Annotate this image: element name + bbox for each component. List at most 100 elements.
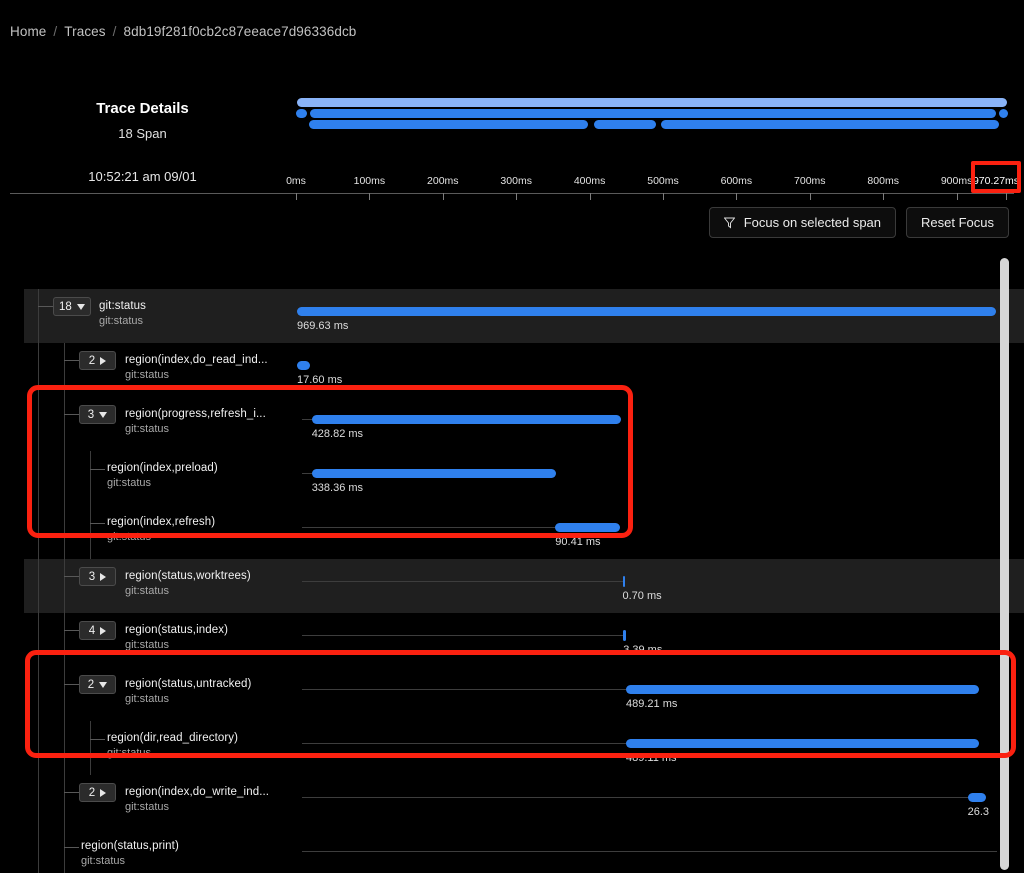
tree-elbow xyxy=(90,469,105,470)
span-row-timeline[interactable]: 338.36 ms xyxy=(297,451,1024,505)
span-duration-bar[interactable] xyxy=(297,307,996,316)
axis-tick-label: 200ms xyxy=(427,175,459,187)
axis-tick xyxy=(1006,193,1007,200)
chevron-down-icon xyxy=(99,682,107,688)
span-child-count-toggle[interactable]: 4 xyxy=(79,621,116,640)
axis-total-duration-label: 970.27ms xyxy=(973,175,1019,187)
tree-elbow xyxy=(38,306,53,307)
span-offset-connector xyxy=(302,473,312,474)
span-row-label-area: region(index,preload)git:status xyxy=(24,451,297,505)
span-child-count-toggle[interactable]: 18 xyxy=(53,297,91,316)
span-row-timeline[interactable]: 17.60 ms xyxy=(297,343,1024,397)
span-row[interactable]: region(status,print)git:status xyxy=(24,829,1024,873)
span-row[interactable]: 18git:statusgit:status969.63 ms xyxy=(24,289,1024,343)
span-row[interactable]: 3region(progress,refresh_i...git:status4… xyxy=(24,397,1024,451)
tree-elbow xyxy=(64,360,79,361)
span-duration-label: 26.3 xyxy=(968,806,989,818)
span-duration-bar[interactable] xyxy=(297,361,310,370)
span-duration-bar[interactable] xyxy=(623,576,625,587)
span-name: region(status,print) xyxy=(81,840,179,852)
tree-guide-line xyxy=(64,343,65,397)
breadcrumb-home[interactable]: Home xyxy=(10,24,46,39)
axis-tick xyxy=(369,193,370,200)
span-row[interactable]: 3region(status,worktrees)git:status0.70 … xyxy=(24,559,1024,613)
span-duration-bar[interactable] xyxy=(312,469,556,478)
axis-tick-label: 400ms xyxy=(574,175,606,187)
tree-guide-line xyxy=(64,451,65,505)
tree-guide-line xyxy=(90,505,91,559)
span-name: region(status,worktrees) xyxy=(125,570,251,582)
axis-tick xyxy=(296,193,297,200)
span-row[interactable]: 2region(index,do_write_ind...git:status2… xyxy=(24,775,1024,829)
tree-guide-line xyxy=(38,289,39,343)
span-row-label-area: 18git:statusgit:status xyxy=(24,289,297,343)
axis-line xyxy=(10,193,1014,194)
span-child-count-toggle[interactable]: 3 xyxy=(79,405,116,424)
span-child-count-toggle[interactable]: 2 xyxy=(79,675,116,694)
span-name: region(index,do_write_ind... xyxy=(125,786,269,798)
span-row[interactable]: 4region(status,index)git:status3.39 ms xyxy=(24,613,1024,667)
span-offset-connector xyxy=(302,689,626,690)
span-service-name: git:status xyxy=(107,531,151,543)
tree-guide-line xyxy=(64,721,65,775)
span-row[interactable]: region(dir,read_directory)git:status489.… xyxy=(24,721,1024,775)
span-row-label-area: region(status,print)git:status xyxy=(24,829,297,873)
axis-tick xyxy=(883,193,884,200)
axis-tick xyxy=(443,193,444,200)
span-name: region(status,untracked) xyxy=(125,678,251,690)
span-row-timeline[interactable]: 3.39 ms xyxy=(297,613,1024,667)
tree-guide-line xyxy=(38,721,39,775)
tree-elbow xyxy=(64,684,79,685)
chevron-right-icon xyxy=(100,627,106,635)
axis-tick-label: 0ms xyxy=(286,175,306,187)
trace-minimap[interactable] xyxy=(296,98,1008,134)
tree-guide-line xyxy=(38,505,39,559)
focus-on-selected-span-button[interactable]: Focus on selected span xyxy=(709,207,896,238)
span-duration-label: 969.63 ms xyxy=(297,320,348,332)
span-duration-bar[interactable] xyxy=(623,630,625,641)
span-row-timeline[interactable]: 90.41 ms xyxy=(297,505,1024,559)
span-duration-bar[interactable] xyxy=(626,685,979,694)
span-child-count-toggle[interactable]: 2 xyxy=(79,351,116,370)
span-duration-bar[interactable] xyxy=(312,415,621,424)
span-duration-bar[interactable] xyxy=(626,739,979,748)
span-duration-label: 489.11 ms xyxy=(626,752,677,764)
vertical-scrollbar[interactable] xyxy=(1000,258,1009,870)
span-row[interactable]: region(index,preload)git:status338.36 ms xyxy=(24,451,1024,505)
span-waterfall-list[interactable]: 18git:statusgit:status969.63 ms2region(i… xyxy=(24,289,1024,873)
span-row[interactable]: region(index,refresh)git:status90.41 ms xyxy=(24,505,1024,559)
span-row-timeline[interactable]: 489.11 ms xyxy=(297,721,1024,775)
span-row[interactable]: 2region(status,untracked)git:status489.2… xyxy=(24,667,1024,721)
span-child-count-toggle[interactable]: 2 xyxy=(79,783,116,802)
chevron-down-icon xyxy=(77,304,85,310)
span-row-timeline[interactable] xyxy=(297,829,1024,873)
axis-tick xyxy=(957,193,958,200)
chevron-right-icon xyxy=(100,789,106,797)
breadcrumb-traces[interactable]: Traces xyxy=(64,24,105,39)
axis-tick xyxy=(590,193,591,200)
span-row-label-area: 2region(index,do_read_ind...git:status xyxy=(24,343,297,397)
span-row-timeline[interactable]: 0.70 ms xyxy=(297,559,1024,613)
tree-elbow xyxy=(90,523,105,524)
span-row-timeline[interactable]: 489.21 ms xyxy=(297,667,1024,721)
span-duration-bar[interactable] xyxy=(968,793,987,802)
tree-guide-line xyxy=(38,775,39,829)
span-offset-connector xyxy=(302,419,312,420)
span-row[interactable]: 2region(index,do_read_ind...git:status17… xyxy=(24,343,1024,397)
span-row-timeline[interactable]: 428.82 ms xyxy=(297,397,1024,451)
page-title: Trace Details xyxy=(0,100,285,117)
span-name: region(index,preload) xyxy=(107,462,218,474)
span-child-count-toggle[interactable]: 3 xyxy=(79,567,116,586)
span-row-timeline[interactable]: 969.63 ms xyxy=(297,289,1024,343)
chevron-down-icon xyxy=(99,412,107,418)
span-duration-label: 90.41 ms xyxy=(555,536,600,548)
axis-tick xyxy=(736,193,737,200)
reset-focus-button[interactable]: Reset Focus xyxy=(906,207,1009,238)
span-service-name: git:status xyxy=(125,423,169,435)
span-duration-bar[interactable] xyxy=(555,523,620,532)
span-row-timeline[interactable]: 26.3 xyxy=(297,775,1024,829)
minimap-bar xyxy=(296,109,307,118)
minimap-bar xyxy=(661,120,1000,129)
tree-guide-line xyxy=(64,613,65,667)
tree-elbow xyxy=(64,847,79,848)
